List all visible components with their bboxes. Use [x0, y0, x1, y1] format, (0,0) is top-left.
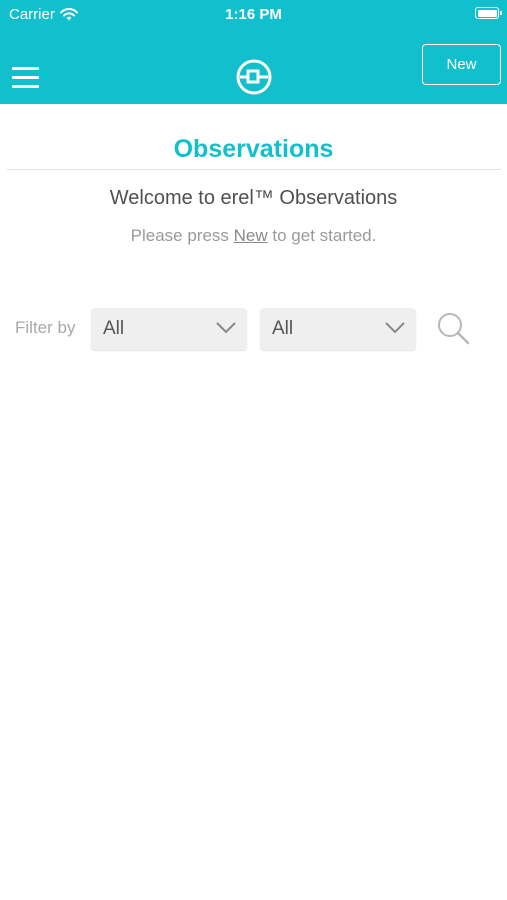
chevron-down-icon — [216, 322, 236, 334]
filter-select-2[interactable]: All — [260, 308, 416, 350]
new-link[interactable]: New — [234, 226, 268, 245]
hamburger-menu-icon[interactable] — [12, 67, 39, 89]
hint-text: Please press New to get started. — [0, 226, 507, 246]
filter-select-1-value: All — [103, 318, 125, 339]
search-icon[interactable] — [436, 311, 470, 345]
page-title: Observations — [173, 135, 334, 163]
battery-icon — [475, 7, 502, 19]
filter-select-2-value: All — [272, 318, 294, 339]
welcome-heading: Welcome to erel™ Observations — [109, 187, 398, 209]
filter-select-1[interactable]: All — [91, 308, 247, 350]
top-bar: Carrier 1:16 PM New — [0, 0, 507, 104]
chevron-down-icon — [385, 322, 405, 334]
new-button[interactable]: New — [422, 44, 501, 85]
hint-prefix: Please press — [130, 226, 234, 245]
divider — [7, 169, 501, 170]
status-time: 1:16 PM — [225, 6, 282, 23]
filter-label: Filter by — [15, 318, 76, 337]
hint-suffix: to get started. — [267, 226, 377, 245]
erel-logo-icon — [236, 59, 272, 95]
